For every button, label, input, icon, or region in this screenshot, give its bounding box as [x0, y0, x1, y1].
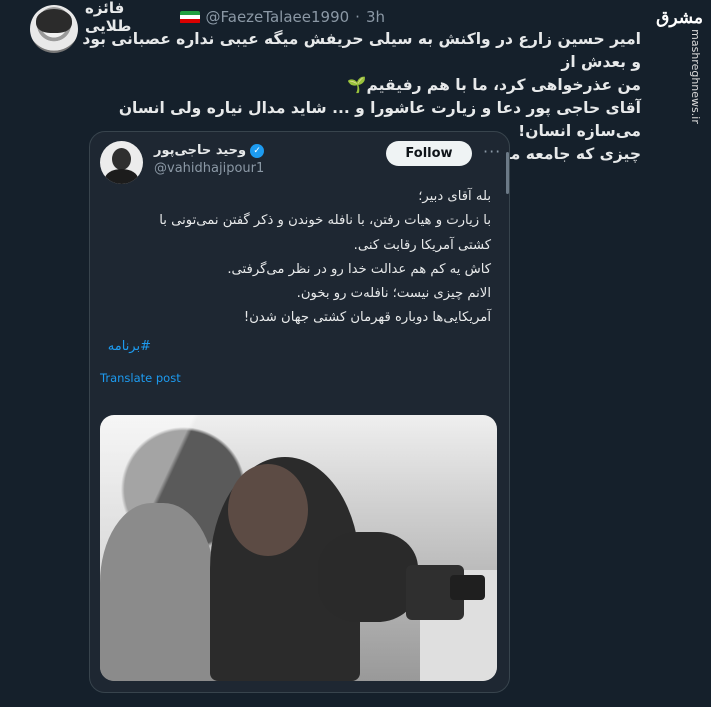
mashregh-logo: مشرق [656, 8, 703, 28]
author-handle[interactable]: @FaezeTalaee1990 [206, 8, 350, 26]
separator-dot: · [355, 8, 360, 26]
tweet-header: فائزه طلایی @FaezeTalaee1990 · 3h [85, 0, 385, 35]
quoted-media-image[interactable] [100, 415, 497, 681]
scrollbar[interactable] [506, 152, 509, 194]
quoted-author-name[interactable]: وحید حاجی‌پور [154, 143, 246, 158]
tweet-line-2: من عذرخواهی کرد، ما با هم رفیقیم🌱 [71, 74, 641, 97]
sprout-icon: 🌱 [347, 76, 367, 94]
quoted-tweet-card[interactable]: وحید حاجی‌پور ✓ @vahidhajipour1 Follow ·… [89, 131, 510, 693]
quoted-line-4: کاش یه کم هم عدالت خدا رو در نظر می‌گرفت… [227, 261, 491, 277]
quoted-tweet-text: بله آقای دبیر؛ با زیارت و هیات رفتن، با … [101, 185, 491, 331]
flag-stripe-red [179, 19, 200, 24]
tweet-line-2-text: من عذرخواهی کرد، ما با هم رفیقیم [366, 76, 641, 94]
tweet-line-1: امیر حسین زارع در واکنش به سیلی حریفش می… [82, 30, 641, 71]
person-right [318, 532, 418, 622]
quoted-line-1: بله آقای دبیر؛ [418, 189, 491, 204]
more-options-icon[interactable]: ··· [483, 142, 500, 161]
quoted-author-avatar[interactable] [100, 141, 143, 184]
translate-post-link[interactable]: Translate post [100, 371, 181, 385]
dark-object [450, 575, 485, 600]
avatar-head [112, 148, 131, 170]
hashtag-link[interactable]: #برنامه [108, 339, 151, 354]
quoted-line-6: آمریکایی‌ها دوباره قهرمان کشتی جهان شدن! [243, 310, 491, 326]
iran-flag-icon [179, 10, 200, 24]
quoted-line-5: الانم چیزی نیست؛ نافله‌ت رو بخون. [296, 286, 491, 302]
quoted-line-3: کشتی آمریکا رقابت کنی. [353, 237, 491, 253]
avatar-hair [36, 9, 72, 33]
quoted-author-handle[interactable]: @vahidhajipour1 [154, 161, 264, 176]
mashregh-site-text: mashreghnews.ir [689, 29, 703, 124]
person-left [100, 503, 215, 681]
verified-badge-icon: ✓ [250, 143, 265, 158]
quoted-author-name-row: وحید حاجی‌پور ✓ [154, 143, 265, 158]
follow-button[interactable]: Follow [386, 141, 472, 166]
mashregh-watermark: مشرق mashreghnews.ir [656, 0, 707, 130]
person-face [228, 464, 308, 556]
tweet-time[interactable]: 3h [366, 8, 385, 26]
quoted-line-2: با زیارت و هیات رفتن، با نافله خوندن و ذ… [159, 213, 491, 229]
avatar-body [105, 169, 138, 184]
